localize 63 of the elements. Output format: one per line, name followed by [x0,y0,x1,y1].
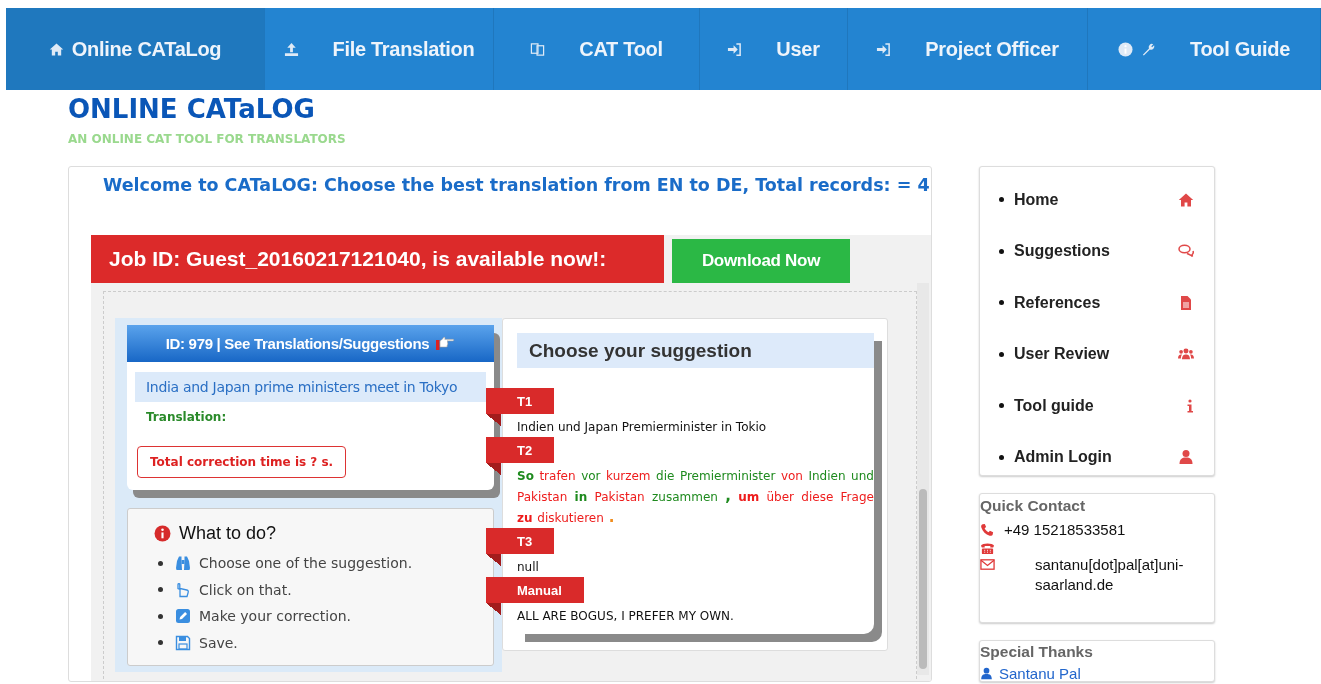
envelope-icon [980,557,995,572]
sign-in-icon [876,41,892,57]
bullet [999,248,1004,254]
sign-in-icon [727,41,743,57]
email-address: santanu[dot]pal[at]uni-saarland.de [1034,555,1185,595]
sidebar-item[interactable]: Home [980,174,1214,226]
info-icon [154,525,171,542]
bullet [158,587,163,593]
home-icon [1178,191,1194,208]
wrench-icon [1141,41,1156,57]
translation-label: Translation: [146,410,228,424]
nav-tab[interactable]: Project Officer [848,8,1088,90]
source-sentence: India and Japan prime ministers meet in Tokyo [135,372,486,402]
bullet [999,454,1004,460]
info-icon [1118,41,1133,57]
nav-tab[interactable]: Online CATaLog [6,8,265,90]
phone-number: +49 15218533581 [1004,520,1126,540]
job-notice: Job ID: Guest_20160217121040, is available now!: [91,235,664,283]
contact-title: Quick Contact [980,496,1087,516]
download-button[interactable]: Download Now [672,239,850,283]
translate-icon [530,41,546,57]
sidebar-item[interactable]: Tool guide [980,380,1214,432]
bullet [158,560,163,566]
sidebar-item[interactable]: User Review [980,328,1214,380]
info-icon [1186,397,1194,414]
bullet [999,300,1004,306]
segment-header[interactable]: ID: 979 | See Translations/Suggestions [127,325,494,362]
upload-icon [283,41,299,57]
save-icon [175,634,191,651]
pointing-hand-icon [175,581,191,598]
binoculars-icon [175,555,191,572]
thanks-title: Special Thanks [980,642,1094,662]
nav-tab[interactable]: Tool Guide [1088,8,1321,90]
phone-icon [980,523,994,537]
sidebar-item[interactable]: Suggestions [980,225,1214,277]
bullet [158,613,163,619]
site-tagline: AN ONLINE CAT TOOL FOR TRANSLATORS [68,132,347,146]
home-icon [48,41,64,57]
suggestions-title: Choose your suggestion [517,333,874,368]
user-icon [1178,449,1194,466]
instructions-title: What to do? [179,523,277,544]
sidebar-item[interactable]: Admin Login [980,431,1214,483]
chat-icon [1178,243,1194,260]
bullet [999,403,1004,409]
site-title: ONLINE CATaLOG [68,93,316,126]
nav-tab[interactable]: CAT Tool [494,8,700,90]
scrollbar[interactable] [917,283,929,675]
nav-tab[interactable]: User [700,8,848,90]
sidebar-item[interactable]: References [980,277,1214,329]
bullet [158,640,163,646]
welcome-heading: Welcome to CATaLOG: Choose the best translation from EN to DE, Total records: = 4 [103,175,931,197]
nav-tab[interactable]: File Translation [265,8,494,90]
instruction-step: Click on that. [199,581,292,598]
bullet [999,197,1004,203]
edit-icon [175,608,191,625]
instruction-step: Make your correction. [199,608,352,625]
instruction-step: Choose one of the suggestion. [199,555,413,572]
bullet [999,351,1004,357]
timer-tooltip: Total correction time is ? s. [137,446,347,478]
person-link[interactable]: Santanu Pal [999,665,1081,681]
user-icon [980,667,993,680]
instruction-step: Save. [199,634,238,651]
document-icon [1178,294,1194,311]
